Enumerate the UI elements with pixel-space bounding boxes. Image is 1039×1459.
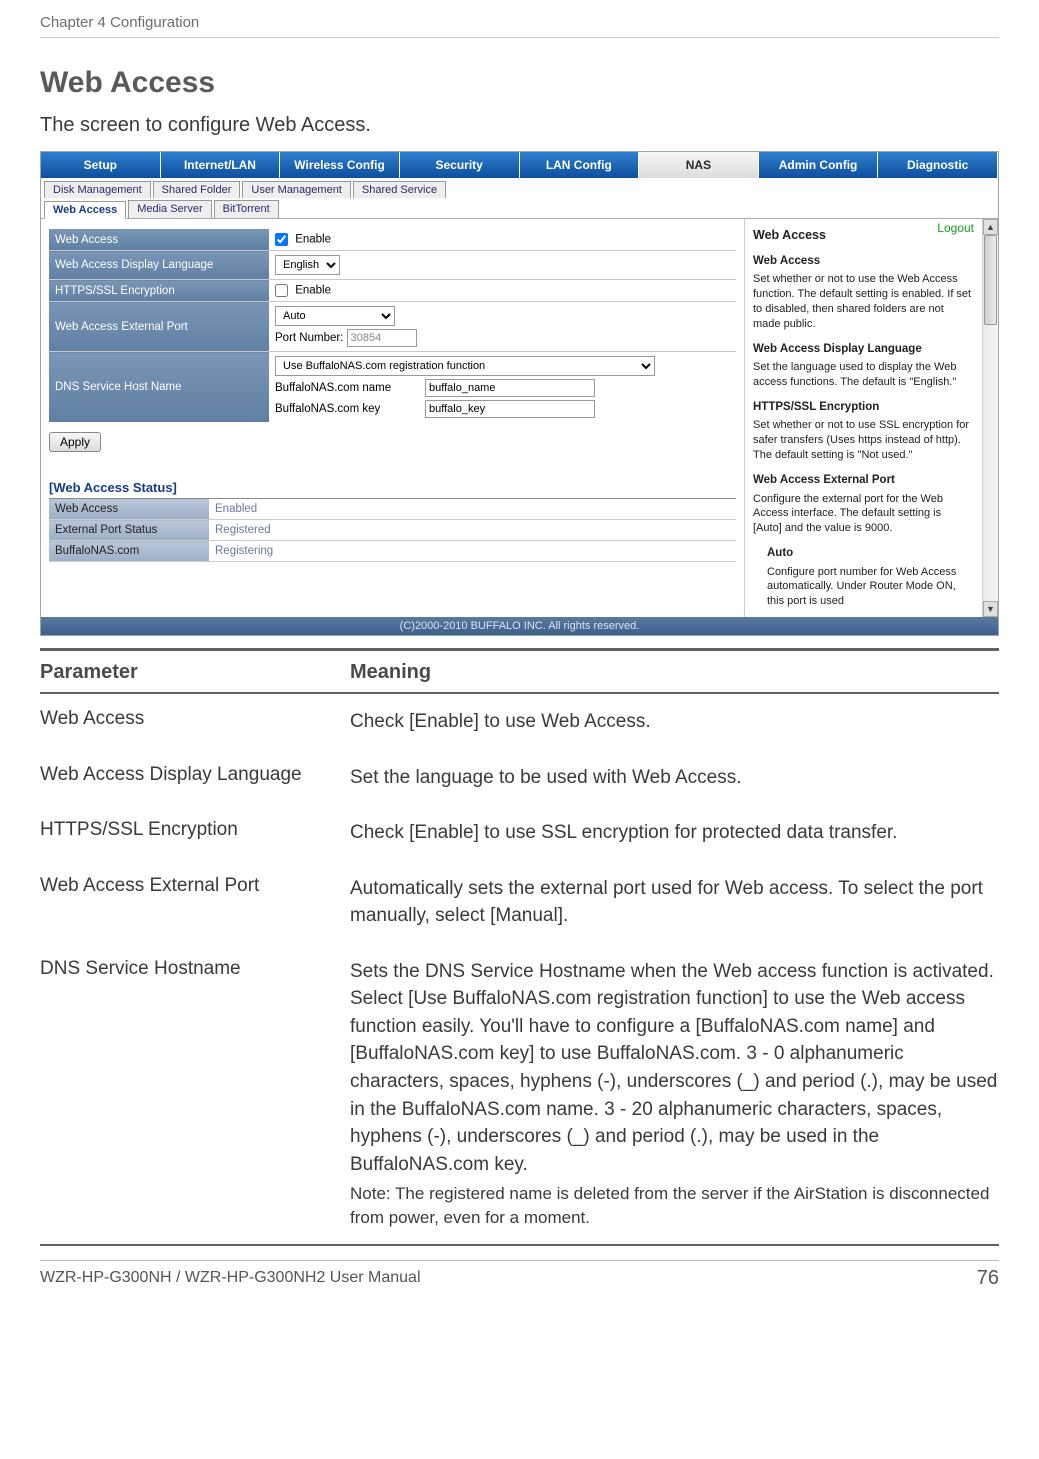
status-web-access-value: Enabled <box>209 499 736 520</box>
display-language-select[interactable]: English <box>275 255 340 275</box>
subtab-user-management[interactable]: User Management <box>242 181 351 198</box>
status-ext-port-value: Registered <box>209 520 736 541</box>
buffalonas-key-label: BuffaloNAS.com key <box>275 403 425 415</box>
parameter-table: Parameter Meaning Web Access Check [Enab… <box>40 648 999 1246</box>
tab-nas[interactable]: NAS <box>639 152 759 178</box>
buffalonas-key-input[interactable] <box>425 400 595 418</box>
tab-wireless-config[interactable]: Wireless Config <box>280 152 400 178</box>
scroll-down-icon[interactable]: ▼ <box>983 601 998 617</box>
subtab-media-server[interactable]: Media Server <box>128 200 211 218</box>
param-ssl: HTTPS/SSL Encryption <box>40 819 350 847</box>
tab-diagnostic[interactable]: Diagnostic <box>878 152 998 178</box>
help-h-ssl: HTTPS/SSL Encryption <box>753 400 972 416</box>
status-buffalonas-label: BuffaloNAS.com <box>49 541 209 562</box>
subtab-shared-folder[interactable]: Shared Folder <box>153 181 241 198</box>
help-p-web-access: Set whether or not to use the Web Access… <box>753 272 972 331</box>
footer-manual-title: WZR-HP-G300NH / WZR-HP-G300NH2 User Manu… <box>40 1269 421 1287</box>
meaning-web-access: Check [Enable] to use Web Access. <box>350 708 999 736</box>
meaning-dns-note: Note: The registered name is deleted fro… <box>350 1182 999 1230</box>
ext-port-mode-select[interactable]: Auto <box>275 306 395 326</box>
param-header-meaning: Meaning <box>350 661 999 684</box>
param-header-parameter: Parameter <box>40 661 350 684</box>
meaning-ssl: Check [Enable] to use SSL encryption for… <box>350 819 999 847</box>
settings-pane: Logout Web Access Enable Web Access Disp… <box>41 219 744 617</box>
subtab-shared-service[interactable]: Shared Service <box>353 181 446 198</box>
status-web-access-label: Web Access <box>49 499 209 520</box>
param-ext-port: Web Access External Port <box>40 875 350 930</box>
ssl-enable-text: Enable <box>295 285 331 297</box>
tab-lan-config[interactable]: LAN Config <box>520 152 640 178</box>
help-scrollbar[interactable]: ▲ ▼ <box>982 219 998 617</box>
param-dns: DNS Service Hostname <box>40 958 350 1230</box>
intro-text: The screen to configure Web Access. <box>40 114 999 137</box>
help-p-ssl: Set whether or not to use SSL encryption… <box>753 418 972 463</box>
apply-button[interactable]: Apply <box>49 432 101 452</box>
logout-link[interactable]: Logout <box>937 221 974 235</box>
subtab-web-access[interactable]: Web Access <box>44 201 126 219</box>
port-number-input[interactable] <box>347 329 417 347</box>
page-chapter-header: Chapter 4 Configuration <box>40 0 999 38</box>
footer-page-number: 76 <box>977 1267 999 1290</box>
web-access-enable-text: Enable <box>295 234 331 246</box>
help-pane: Web Access Web Access Set whether or not… <box>744 219 982 617</box>
scroll-up-icon[interactable]: ▲ <box>983 219 998 235</box>
router-admin-screenshot: Setup Internet/LAN Wireless Config Secur… <box>40 151 999 636</box>
help-h-display-lang: Web Access Display Language <box>753 342 972 358</box>
row-dns-label: DNS Service Host Name <box>49 352 269 423</box>
dns-mode-select[interactable]: Use BuffaloNAS.com registration function <box>275 356 655 376</box>
row-web-access-label: Web Access <box>49 229 269 251</box>
subtab-bittorrent[interactable]: BitTorrent <box>214 200 279 218</box>
help-h-web-access: Web Access <box>753 254 972 270</box>
buffalonas-name-label: BuffaloNAS.com name <box>275 382 425 394</box>
help-p-display-lang: Set the language used to display the Web… <box>753 360 972 390</box>
meaning-dns: Sets the DNS Service Hostname when the W… <box>350 961 997 1175</box>
row-ssl-label: HTTPS/SSL Encryption <box>49 280 269 302</box>
row-display-lang-label: Web Access Display Language <box>49 251 269 280</box>
sub-tab-bar: Disk Management Shared Folder User Manag… <box>41 178 998 219</box>
meaning-ext-port: Automatically sets the external port use… <box>350 875 999 930</box>
row-ext-port-label: Web Access External Port <box>49 302 269 352</box>
ssl-enable-checkbox[interactable] <box>275 284 288 297</box>
subtab-disk-management[interactable]: Disk Management <box>44 181 151 198</box>
main-tab-bar: Setup Internet/LAN Wireless Config Secur… <box>41 152 998 178</box>
section-title: Web Access <box>40 66 999 100</box>
param-web-access: Web Access <box>40 708 350 736</box>
port-number-label: Port Number: <box>275 332 343 344</box>
status-table: Web Access Enabled External Port Status … <box>49 499 736 562</box>
tab-internet-lan[interactable]: Internet/LAN <box>161 152 281 178</box>
buffalonas-name-input[interactable] <box>425 379 595 397</box>
web-access-enable-checkbox[interactable] <box>275 233 288 246</box>
meaning-display-lang: Set the language to be used with Web Acc… <box>350 764 999 792</box>
tab-setup[interactable]: Setup <box>41 152 161 178</box>
param-display-lang: Web Access Display Language <box>40 764 350 792</box>
help-h-ext-port: Web Access External Port <box>753 473 972 489</box>
web-access-status-heading: [Web Access Status] <box>49 480 736 499</box>
help-p-auto: Configure port number for Web Access aut… <box>767 565 972 610</box>
status-ext-port-label: External Port Status <box>49 520 209 541</box>
tab-admin-config[interactable]: Admin Config <box>759 152 879 178</box>
tab-security[interactable]: Security <box>400 152 520 178</box>
help-p-ext-port: Configure the external port for the Web … <box>753 492 972 537</box>
scroll-thumb[interactable] <box>984 235 997 325</box>
status-buffalonas-value: Registering <box>209 541 736 562</box>
copyright-bar: (C)2000-2010 BUFFALO INC. All rights res… <box>41 617 998 635</box>
settings-table: Web Access Enable Web Access Display Lan… <box>49 229 736 422</box>
help-h-auto: Auto <box>767 546 972 562</box>
